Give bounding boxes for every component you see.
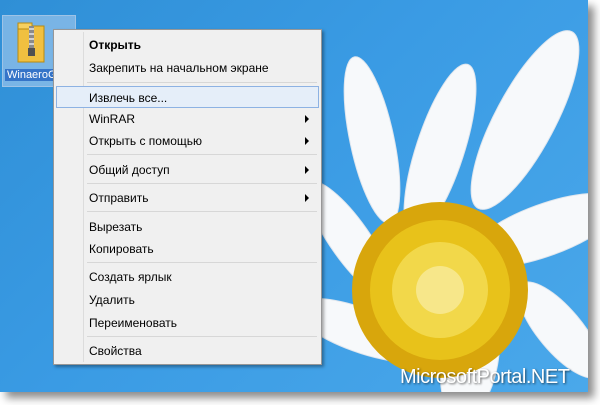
submenu-arrow-icon <box>305 137 309 145</box>
menu-item-create-shortcut[interactable]: Создать ярлык <box>56 266 319 288</box>
zip-folder-icon <box>17 22 45 63</box>
submenu-arrow-icon <box>305 166 309 174</box>
menu-item-pin-to-start[interactable]: Закрепить на начальном экране <box>56 57 319 79</box>
menu-item-share[interactable]: Общий доступ <box>56 159 319 181</box>
menu-separator <box>87 154 317 155</box>
menu-separator <box>87 82 317 83</box>
desktop-icon-label: WinaeroG <box>5 69 59 81</box>
menu-item-delete[interactable]: Удалить <box>56 289 319 311</box>
menu-item-open[interactable]: Открыть <box>56 34 319 56</box>
menu-item-properties[interactable]: Свойства <box>56 340 319 362</box>
menu-separator <box>87 183 317 184</box>
menu-item-send-to[interactable]: Отправить <box>56 187 319 209</box>
menu-item-winrar[interactable]: WinRAR <box>56 108 319 130</box>
menu-item-extract-all[interactable]: Извлечь все... <box>56 86 319 108</box>
menu-item-copy[interactable]: Копировать <box>56 238 319 260</box>
desktop-screen: WinaeroG Открыть Закрепить на начальном … <box>0 0 588 392</box>
menu-separator <box>87 336 317 337</box>
submenu-arrow-icon <box>305 115 309 123</box>
menu-separator <box>87 211 317 212</box>
submenu-arrow-icon <box>305 194 309 202</box>
menu-item-cut[interactable]: Вырезать <box>56 216 319 238</box>
menu-item-open-with[interactable]: Открыть с помощью <box>56 130 319 152</box>
watermark-text: MicrosoftPortal.NET <box>400 366 570 388</box>
context-menu: Открыть Закрепить на начальном экране Из… <box>53 29 322 365</box>
menu-separator <box>87 262 317 263</box>
menu-item-rename[interactable]: Переименовать <box>56 312 319 334</box>
